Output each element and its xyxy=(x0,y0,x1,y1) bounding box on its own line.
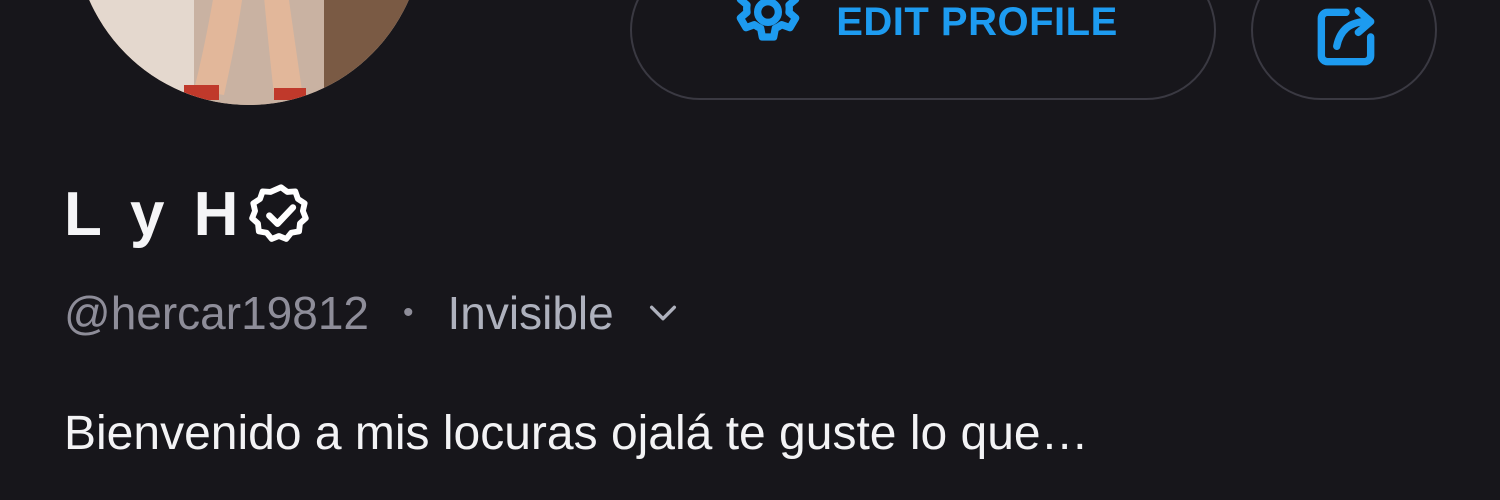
meta-separator: • xyxy=(403,296,414,329)
presence-status[interactable]: Invisible xyxy=(448,286,614,340)
share-icon xyxy=(1317,7,1375,66)
verified-badge-icon xyxy=(249,184,310,242)
profile-handle: @hercar19812 xyxy=(64,287,369,339)
edit-profile-button[interactable]: EDIT PROFILE xyxy=(630,0,1216,100)
edit-profile-label: EDIT PROFILE xyxy=(836,0,1118,44)
avatar-photo xyxy=(74,0,424,105)
chevron-down-icon[interactable] xyxy=(646,296,680,330)
gear-icon xyxy=(736,0,800,41)
display-name: L y H xyxy=(64,180,245,249)
profile-meta-row: @hercar19812 • Invisible xyxy=(64,285,680,341)
profile-bio: Bienvenido a mis locuras ojalá te guste … xyxy=(64,407,1089,460)
profile-avatar[interactable] xyxy=(74,0,424,105)
share-profile-button[interactable] xyxy=(1251,0,1437,100)
profile-name-row: L y H xyxy=(64,180,316,250)
